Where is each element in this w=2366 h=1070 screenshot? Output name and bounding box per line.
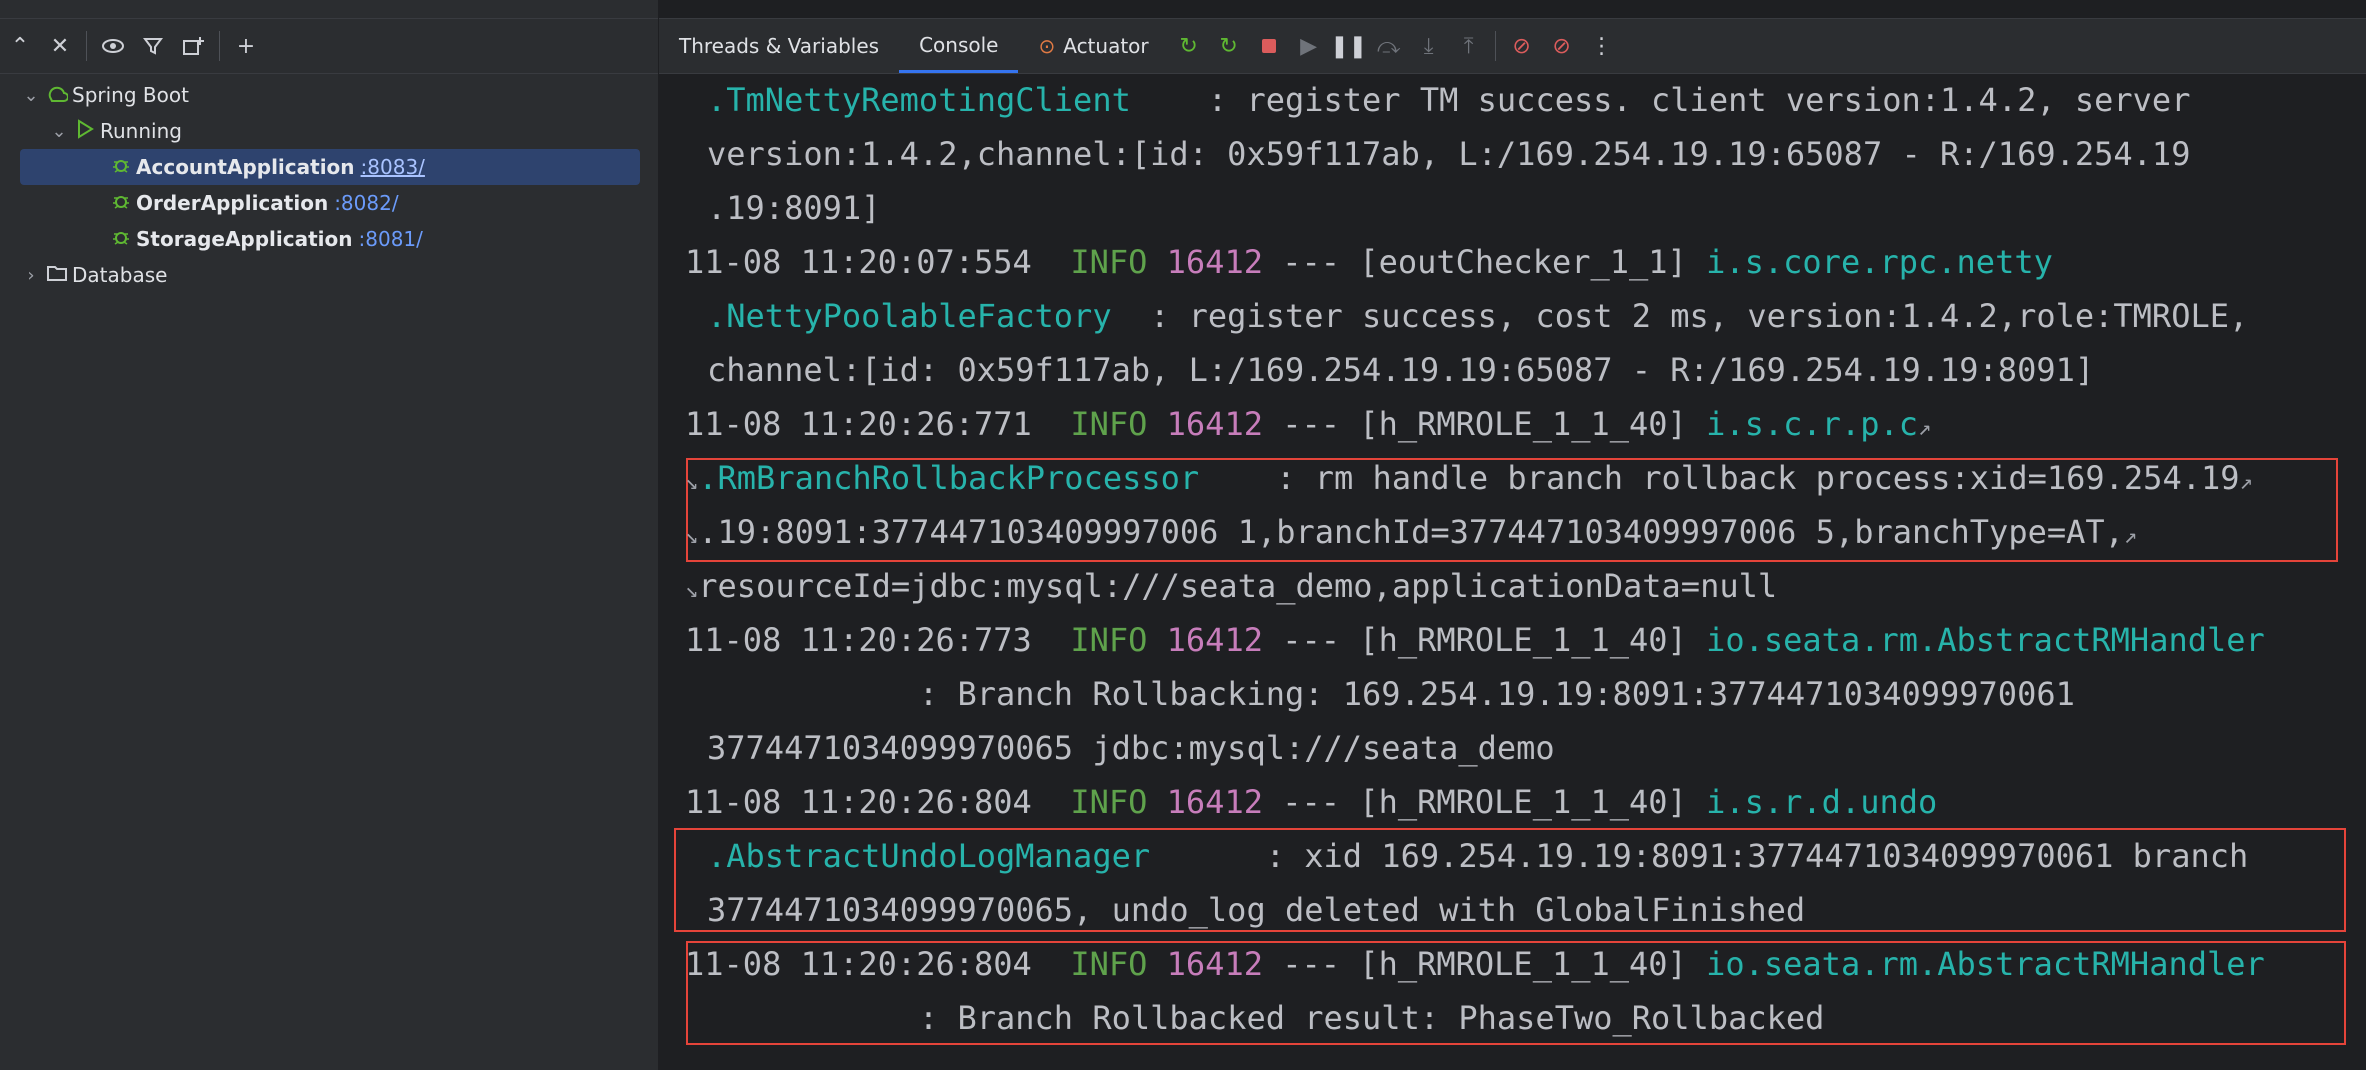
soft-wrap-icon: ↘ bbox=[685, 470, 699, 495]
chevron-right-icon[interactable]: › bbox=[20, 265, 42, 286]
debug-toolbar: Threads & Variables Console ⊙ Actuator ↻… bbox=[659, 18, 2366, 74]
log-line: 11-08 11:20:26:804 INFO 16412 --- [h_RMR… bbox=[685, 783, 1938, 821]
tree-node-order-application[interactable]: OrderApplication :8082/ bbox=[20, 185, 399, 221]
tab-console[interactable]: Console bbox=[899, 19, 1019, 73]
tree-node-account-application[interactable]: AccountApplication :8083/ bbox=[20, 149, 640, 185]
debug-panel: Threads & Variables Console ⊙ Actuator ↻… bbox=[659, 0, 2366, 1070]
expand-all-icon[interactable]: ⌃ bbox=[0, 26, 40, 66]
tree-node-spring-boot[interactable]: ⌄ Spring Boot bbox=[20, 77, 189, 113]
app-port-link[interactable]: :8082/ bbox=[334, 191, 398, 215]
soft-wrap-icon: ↘ bbox=[685, 524, 699, 549]
spring-boot-icon bbox=[42, 83, 72, 108]
stop-icon[interactable] bbox=[1249, 26, 1289, 66]
log-line: .NettyPoolableFactory : register success… bbox=[707, 297, 2249, 335]
log-line: 11-08 11:20:26:804 INFO 16412 --- [h_RMR… bbox=[685, 945, 2265, 983]
bug-icon bbox=[106, 191, 136, 216]
log-line: ↘.19:8091:377447103409997006 1,branchId=… bbox=[685, 513, 2138, 551]
services-panel: ⌃ ✕ + ⌄ Spring Boot ⌄ Running AccountApp… bbox=[0, 0, 659, 1070]
resume-icon[interactable]: ▶ bbox=[1289, 26, 1329, 66]
log-line: version:1.4.2,channel:[id: 0x59f117ab, L… bbox=[707, 135, 2191, 173]
add-service-icon[interactable]: + bbox=[226, 26, 266, 66]
log-line: : Branch Rollbacking: 169.254.19.19:8091… bbox=[707, 675, 2075, 713]
pause-icon[interactable]: ❚❚ bbox=[1329, 26, 1369, 66]
services-toolbar: ⌃ ✕ + bbox=[0, 18, 658, 74]
rerun-failed-icon[interactable]: ↻ bbox=[1209, 26, 1249, 66]
app-name: StorageApplication bbox=[136, 227, 353, 251]
new-group-icon[interactable] bbox=[173, 26, 213, 66]
tree-node-label: Running bbox=[100, 119, 182, 143]
step-into-icon[interactable]: ⤓ bbox=[1409, 26, 1449, 66]
more-options-icon[interactable]: ⋮ bbox=[1582, 26, 1622, 66]
app-name: OrderApplication bbox=[136, 191, 329, 215]
tree-node-label: Database bbox=[72, 263, 168, 287]
toolbar-divider bbox=[86, 31, 87, 61]
soft-wrap-icon: ↗ bbox=[2123, 524, 2138, 549]
mute-breakpoints-icon[interactable]: ⊘ bbox=[1542, 26, 1582, 66]
log-line: channel:[id: 0x59f117ab, L:/169.254.19.1… bbox=[707, 351, 2095, 389]
tree-node-running[interactable]: ⌄ Running bbox=[48, 113, 182, 149]
log-line: ↘resourceId=jdbc:mysql:///seata_demo,app… bbox=[685, 567, 1778, 605]
actuator-icon: ⊙ bbox=[1038, 34, 1056, 58]
app-port-link[interactable]: :8083/ bbox=[361, 155, 425, 179]
filter-icon[interactable] bbox=[133, 26, 173, 66]
bug-icon bbox=[106, 155, 136, 180]
log-line: 11-08 11:20:26:773 INFO 16412 --- [h_RMR… bbox=[685, 621, 2265, 659]
view-breakpoints-icon[interactable]: ⊘ bbox=[1502, 26, 1542, 66]
soft-wrap-icon: ↘ bbox=[685, 578, 699, 603]
tree-node-storage-application[interactable]: StorageApplication :8081/ bbox=[20, 221, 423, 257]
tree-node-label: Spring Boot bbox=[72, 83, 189, 107]
log-line: 11-08 11:20:07:554 INFO 16412 --- [eoutC… bbox=[685, 243, 2053, 281]
step-out-icon[interactable]: ⤒ bbox=[1449, 26, 1489, 66]
tree-node-database[interactable]: › Database bbox=[20, 257, 167, 293]
collapse-all-icon[interactable]: ✕ bbox=[40, 26, 80, 66]
console-output[interactable]: .TmNettyRemotingClient : register TM suc… bbox=[659, 73, 2366, 1070]
bug-icon bbox=[106, 227, 136, 252]
folder-icon bbox=[42, 263, 72, 287]
app-port-link[interactable]: :8081/ bbox=[359, 227, 423, 251]
tab-actuator[interactable]: ⊙ Actuator bbox=[1018, 19, 1168, 73]
tab-label: Actuator bbox=[1063, 34, 1149, 58]
toolbar-divider bbox=[1494, 31, 1496, 61]
log-line: ↘.RmBranchRollbackProcessor : rm handle … bbox=[685, 459, 2253, 497]
tab-threads-variables[interactable]: Threads & Variables bbox=[659, 19, 899, 73]
run-icon bbox=[70, 118, 100, 144]
log-line: : Branch Rollbacked result: PhaseTwo_Rol… bbox=[707, 999, 1825, 1037]
chevron-down-icon[interactable]: ⌄ bbox=[48, 121, 70, 142]
log-line: 3774471034099970065 jdbc:mysql:///seata_… bbox=[707, 729, 1555, 767]
rerun-icon[interactable]: ↻ bbox=[1169, 26, 1209, 66]
log-line: 3774471034099970065, undo_log deleted wi… bbox=[707, 891, 1806, 929]
log-line: .AbstractUndoLogManager : xid 169.254.19… bbox=[707, 837, 2249, 875]
soft-wrap-icon: ↗ bbox=[1918, 416, 1932, 441]
chevron-down-icon[interactable]: ⌄ bbox=[20, 85, 42, 106]
soft-wrap-icon: ↗ bbox=[2239, 470, 2253, 495]
log-line: .TmNettyRemotingClient : register TM suc… bbox=[707, 81, 2191, 119]
step-over-icon[interactable]: ⤼ bbox=[1369, 26, 1409, 66]
log-line: .19:8091] bbox=[707, 189, 881, 227]
toolbar-divider bbox=[219, 31, 220, 61]
app-name: AccountApplication bbox=[136, 155, 355, 179]
log-line: 11-08 11:20:26:771 INFO 16412 --- [h_RMR… bbox=[685, 405, 1932, 443]
eye-icon[interactable] bbox=[93, 26, 133, 66]
